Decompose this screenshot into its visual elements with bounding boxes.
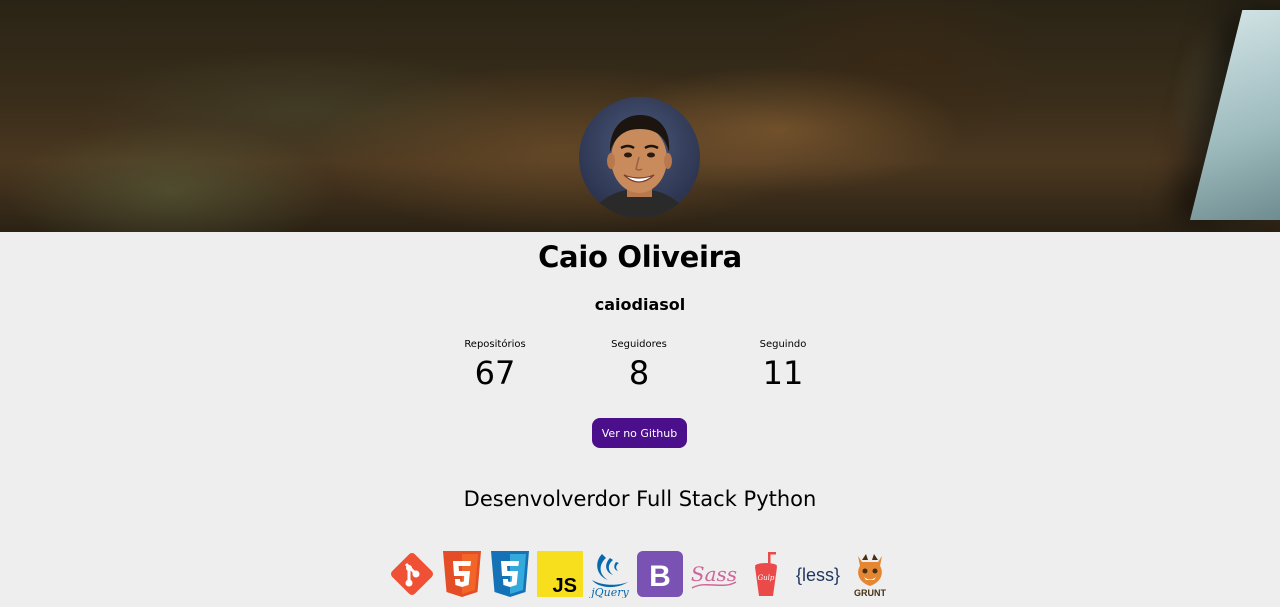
sass-label: Sass xyxy=(691,562,737,586)
stat-value: 8 xyxy=(628,354,650,392)
jquery-icon: jQuery xyxy=(588,550,632,598)
stat-value: 11 xyxy=(762,354,804,392)
javascript-label: JS xyxy=(553,575,577,597)
sass-icon: Sass xyxy=(688,550,740,598)
stat-value: 67 xyxy=(474,354,516,392)
bootstrap-label: B xyxy=(649,560,671,593)
css3-icon xyxy=(488,550,532,598)
stat-label: Seguindo xyxy=(759,339,807,350)
profile-username: caiodiasol xyxy=(594,295,686,314)
gulp-label: Gulp xyxy=(758,574,775,582)
profile-name: Caio Oliveira xyxy=(538,240,742,274)
view-on-github-button[interactable]: Ver no Github xyxy=(592,418,687,448)
grunt-label: GRUNT xyxy=(854,588,886,598)
gulp-icon: Gulp xyxy=(744,550,788,598)
stat-label: Seguidores xyxy=(611,339,667,350)
stat-followers: Seguidores 8 xyxy=(569,339,709,392)
profile-role: Desenvolverdor Full Stack Python xyxy=(463,487,817,511)
technology-list: JS jQuery B Sass Gulp {less} GRUNT xyxy=(388,548,896,600)
grunt-icon: GRUNT xyxy=(848,550,892,598)
git-icon xyxy=(388,550,436,598)
stat-label: Repositórios xyxy=(464,339,526,350)
jquery-label: jQuery xyxy=(588,586,629,598)
stat-repositories: Repositórios 67 xyxy=(425,339,565,392)
avatar xyxy=(579,97,700,218)
avatar-portrait xyxy=(589,115,690,218)
less-icon: {less} xyxy=(792,550,844,598)
stat-following: Seguindo 11 xyxy=(713,339,853,392)
less-label: {less} xyxy=(796,565,840,585)
html5-icon xyxy=(440,550,484,598)
javascript-icon: JS xyxy=(536,550,584,598)
bootstrap-icon: B xyxy=(636,550,684,598)
